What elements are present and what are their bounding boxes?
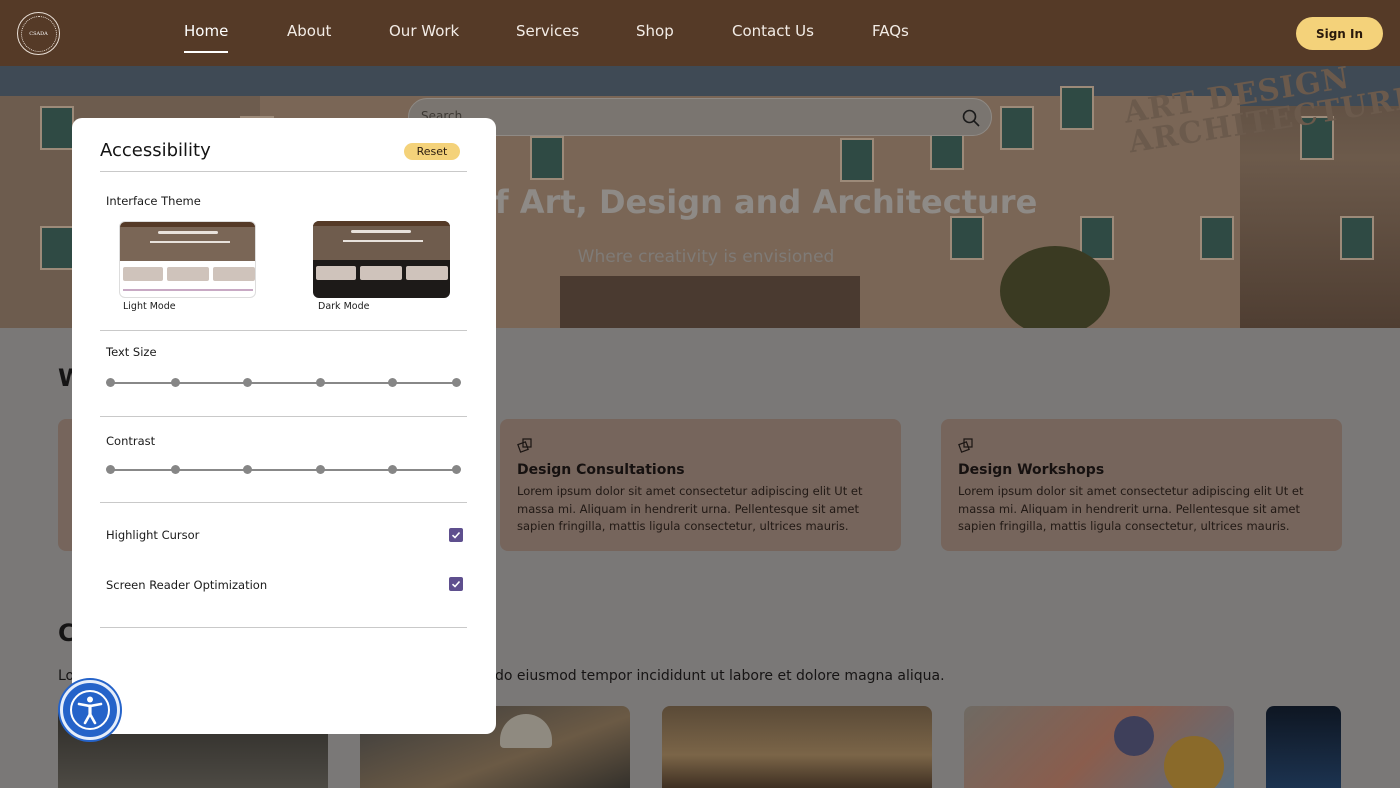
sign-in-button[interactable]: Sign In [1296, 17, 1383, 50]
contrast-step[interactable] [171, 465, 180, 474]
text-size-label: Text Size [106, 345, 157, 359]
divider [100, 171, 467, 172]
text-size-step[interactable] [388, 378, 397, 387]
divider [100, 627, 467, 628]
accessibility-button[interactable] [60, 680, 120, 740]
text-size-step[interactable] [171, 378, 180, 387]
panel-title: Accessibility [100, 140, 211, 161]
highlight-cursor-label: Highlight Cursor [106, 528, 200, 542]
text-size-step[interactable] [452, 378, 461, 387]
checkmark-icon [451, 531, 461, 539]
site-logo[interactable]: CSADA [17, 12, 60, 55]
gallery-thumb-painting[interactable] [964, 706, 1234, 788]
divider [100, 502, 467, 503]
contrast-step[interactable] [106, 465, 115, 474]
logo-text: CSADA [20, 15, 57, 52]
search-icon[interactable] [961, 108, 981, 128]
interface-theme-label: Interface Theme [106, 194, 201, 208]
nav-active-underline [184, 51, 228, 53]
text-size-step[interactable] [106, 378, 115, 387]
divider [100, 330, 467, 331]
card-title: Design Consultations [517, 462, 685, 478]
design-icon [517, 438, 532, 453]
nav-link-about[interactable]: About [287, 22, 331, 40]
design-icon [958, 438, 973, 453]
card-title: Design Workshops [958, 462, 1105, 478]
service-card-design-workshops[interactable]: Design Workshops Lorem ipsum dolor sit a… [941, 419, 1342, 551]
accessibility-panel: Accessibility [72, 118, 496, 734]
dark-mode-option[interactable] [313, 221, 450, 298]
nav-link-services[interactable]: Services [516, 22, 579, 40]
contrast-step[interactable] [452, 465, 461, 474]
card-text: Lorem ipsum dolor sit amet consectetur a… [958, 484, 1304, 533]
text-size-slider[interactable] [110, 382, 458, 384]
reset-button[interactable]: Reset [404, 143, 460, 160]
screen-reader-checkbox[interactable] [449, 577, 463, 591]
service-card-design-consultations[interactable]: Design Consultations Lorem ipsum dolor s… [500, 419, 901, 551]
text-size-step[interactable] [316, 378, 325, 387]
gallery-thumb-fiber[interactable] [1266, 706, 1341, 788]
card-text: Lorem ipsum dolor sit amet consectetur a… [517, 484, 863, 533]
checkmark-icon [451, 580, 461, 588]
nav-link-our-work[interactable]: Our Work [389, 22, 459, 40]
highlight-cursor-checkbox[interactable] [449, 528, 463, 542]
contrast-label: Contrast [106, 434, 156, 448]
nav-link-faqs[interactable]: FAQs [872, 22, 909, 40]
contrast-slider[interactable] [110, 469, 458, 471]
accessibility-icon [70, 690, 110, 730]
nav-link-home[interactable]: Home [184, 22, 228, 40]
screen-reader-label: Screen Reader Optimization [106, 578, 268, 592]
dark-mode-label: Dark Mode [318, 301, 370, 312]
divider [100, 416, 467, 417]
nav-link-contact-us[interactable]: Contact Us [732, 22, 814, 40]
nav-link-shop[interactable]: Shop [636, 22, 674, 40]
gallery-thumb-woodwork[interactable] [662, 706, 932, 788]
contrast-step[interactable] [243, 465, 252, 474]
text-size-step[interactable] [243, 378, 252, 387]
contrast-step[interactable] [388, 465, 397, 474]
top-navbar: CSADA Home About Our Work Services Shop … [0, 0, 1400, 66]
contrast-step[interactable] [316, 465, 325, 474]
light-mode-label: Light Mode [123, 301, 176, 312]
light-mode-option[interactable] [119, 221, 256, 298]
